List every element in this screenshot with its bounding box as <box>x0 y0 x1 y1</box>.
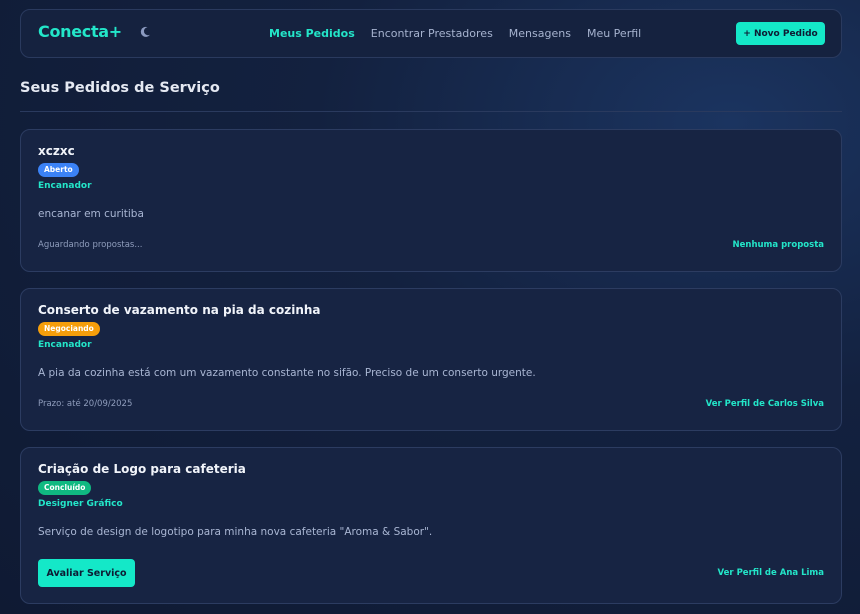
status-badge: Negociando <box>38 322 100 336</box>
view-provider-profile-link[interactable]: Ver Perfil de Ana Lima <box>718 568 824 578</box>
order-description: Serviço de design de logotipo para minha… <box>38 526 433 538</box>
status-badge: Aberto <box>38 163 79 177</box>
top-navbar: Conecta+ Meus Pedidos Encontrar Prestado… <box>20 9 842 58</box>
order-deadline: Prazo: até 20/09/2025 <box>38 399 133 409</box>
main-nav: Meus Pedidos Encontrar Prestadores Mensa… <box>269 27 641 40</box>
view-provider-profile-link[interactable]: Ver Perfil de Carlos Silva <box>706 399 824 409</box>
order-description: A pia da cozinha está com um vazamento c… <box>38 367 536 379</box>
proposals-link[interactable]: Nenhuma proposta <box>733 240 824 250</box>
nav-meu-perfil[interactable]: Meu Perfil <box>587 27 641 40</box>
order-category: Designer Gráfico <box>38 499 123 509</box>
order-category: Encanador <box>38 181 92 191</box>
order-category: Encanador <box>38 340 92 350</box>
order-description: encanar em curitiba <box>38 208 144 220</box>
nav-mensagens[interactable]: Mensagens <box>509 27 571 40</box>
divider <box>20 111 842 112</box>
order-title: xczxc <box>38 144 75 158</box>
nav-meus-pedidos[interactable]: Meus Pedidos <box>269 27 355 40</box>
new-order-button[interactable]: + Novo Pedido <box>736 22 825 45</box>
page-title: Seus Pedidos de Serviço <box>20 80 220 96</box>
moon-icon[interactable] <box>138 25 152 39</box>
order-card: Conserto de vazamento na pia da cozinha … <box>20 288 842 431</box>
nav-encontrar-prestadores[interactable]: Encontrar Prestadores <box>371 27 493 40</box>
order-card: xczxc Aberto Encanador encanar em curiti… <box>20 129 842 272</box>
status-badge: Concluído <box>38 481 92 495</box>
order-status-text: Aguardando propostas... <box>38 240 143 250</box>
logo[interactable]: Conecta+ <box>38 22 122 41</box>
order-card: Criação de Logo para cafeteria Concluído… <box>20 447 842 604</box>
rate-service-button[interactable]: Avaliar Serviço <box>38 559 135 587</box>
order-title: Conserto de vazamento na pia da cozinha <box>38 303 321 317</box>
order-title: Criação de Logo para cafeteria <box>38 462 246 476</box>
